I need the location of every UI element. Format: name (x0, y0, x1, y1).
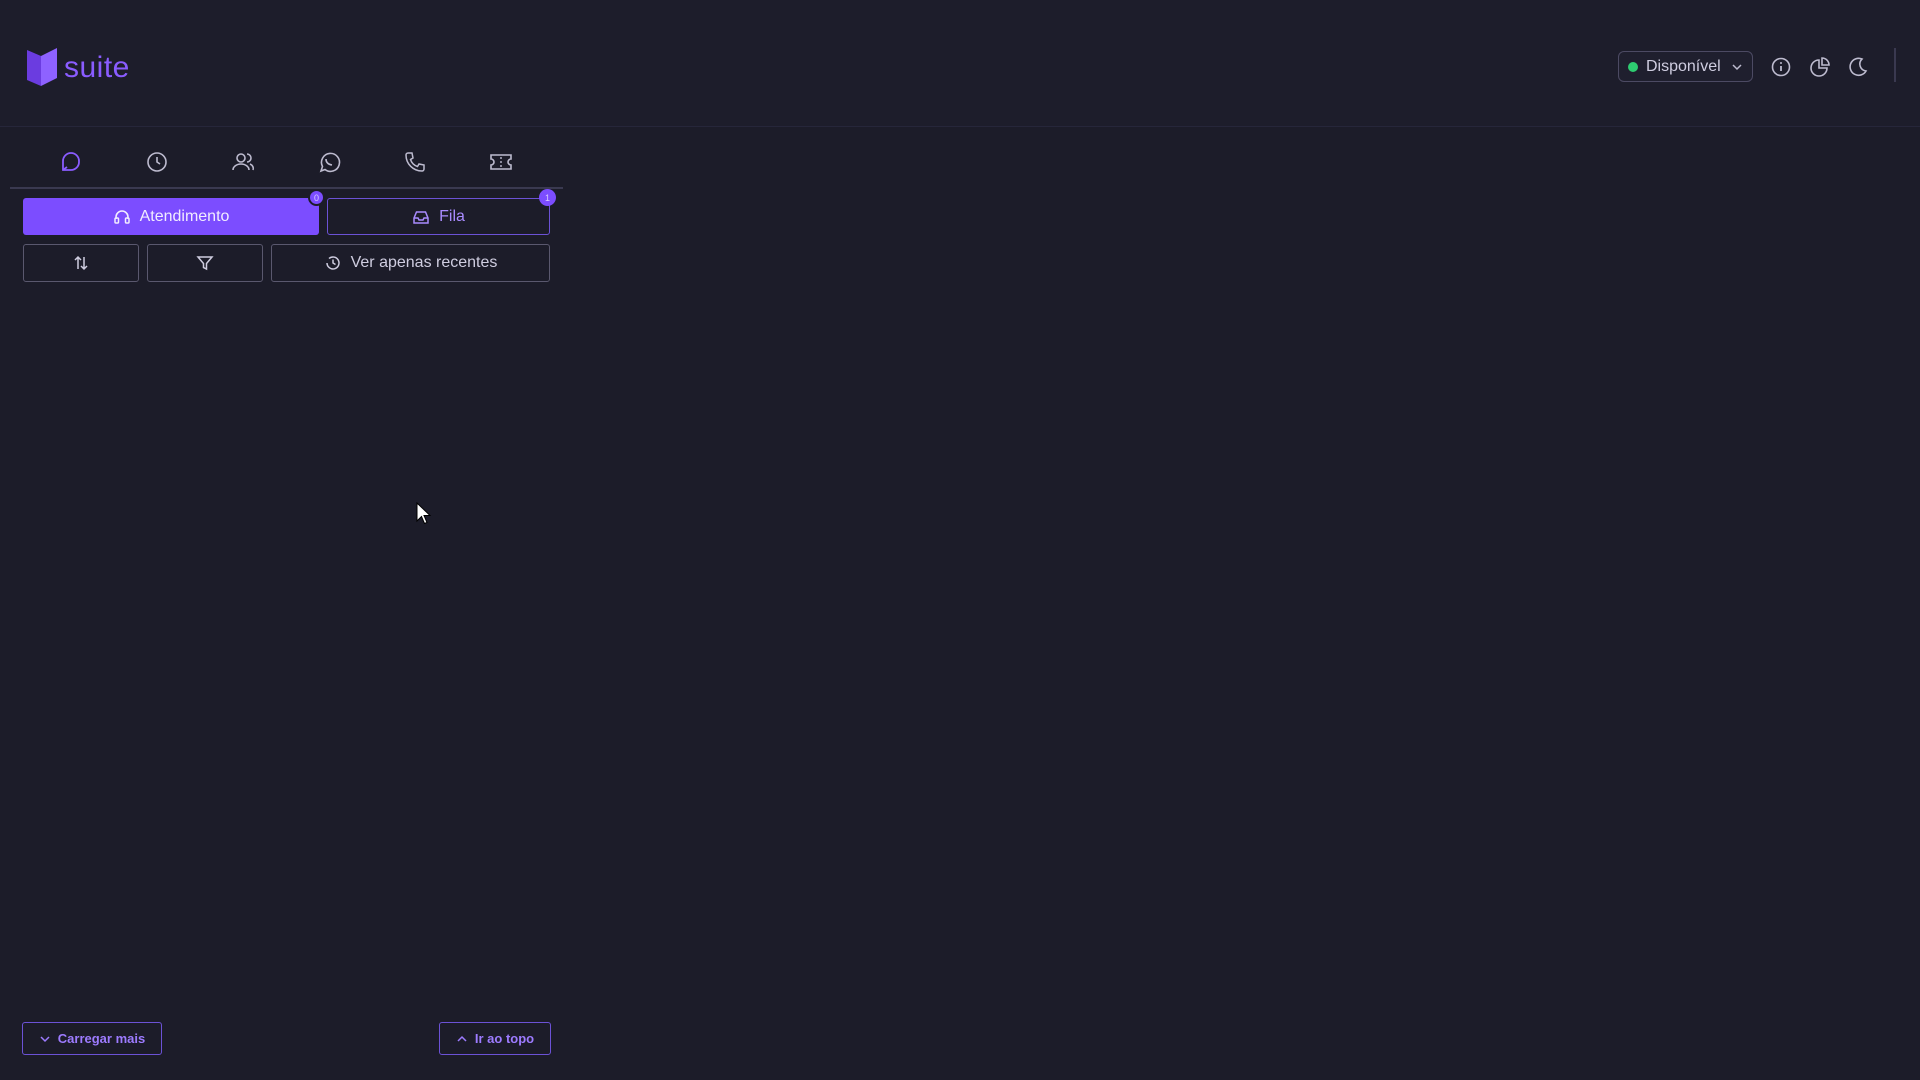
clock-icon[interactable] (144, 149, 170, 175)
filter-icon (196, 256, 214, 271)
chat-bubble-icon[interactable] (58, 149, 84, 175)
load-more-button[interactable]: Carregar mais (22, 1022, 162, 1055)
brand-logo[interactable]: suite (27, 48, 130, 88)
history-icon (325, 256, 340, 270)
atendimento-label: Atendimento (139, 207, 230, 225)
mouse-cursor-icon (416, 502, 432, 525)
suite-logo-icon (27, 48, 57, 86)
header-divider (1894, 48, 1896, 82)
chevron-up-icon (457, 1035, 467, 1042)
recent-only-button[interactable]: Ver apenas recentes (271, 244, 550, 282)
load-more-label: Carregar mais (57, 1031, 146, 1046)
atendimento-tab-button[interactable]: Atendimento (23, 198, 319, 235)
sort-arrows-icon (74, 255, 88, 271)
chevron-down-icon (40, 1035, 50, 1042)
conversations-panel: Atendimento 0 Fila 1 Ver apenas recentes (10, 134, 563, 1080)
fila-label: Fila (439, 207, 465, 225)
whatsapp-icon[interactable] (316, 149, 342, 175)
scroll-to-top-label: Ir ao topo (474, 1031, 535, 1046)
status-label: Disponível (1646, 57, 1721, 75)
brand-name: suite (64, 51, 130, 84)
inbox-icon (413, 210, 429, 224)
chevron-down-icon (1732, 64, 1742, 71)
status-indicator (1628, 61, 1638, 72)
contacts-icon[interactable] (230, 149, 256, 175)
recent-only-label: Ver apenas recentes (350, 254, 498, 271)
phone-icon[interactable] (402, 149, 428, 175)
moon-icon[interactable] (1847, 56, 1869, 78)
fila-count-badge: 1 (539, 189, 556, 206)
top-bar: suite Disponível (0, 0, 1920, 127)
fila-tab-button[interactable]: Fila (327, 198, 550, 235)
filter-button[interactable] (147, 244, 263, 282)
panel-tabs (10, 134, 563, 189)
status-dropdown[interactable]: Disponível (1618, 51, 1753, 82)
headset-icon (113, 209, 130, 224)
ticket-icon[interactable] (488, 149, 514, 175)
info-icon[interactable] (1770, 56, 1792, 78)
sort-button[interactable] (23, 244, 139, 282)
atendimento-count-badge: 0 (308, 189, 325, 206)
pie-chart-icon[interactable] (1809, 56, 1831, 78)
scroll-to-top-button[interactable]: Ir ao topo (439, 1022, 551, 1055)
